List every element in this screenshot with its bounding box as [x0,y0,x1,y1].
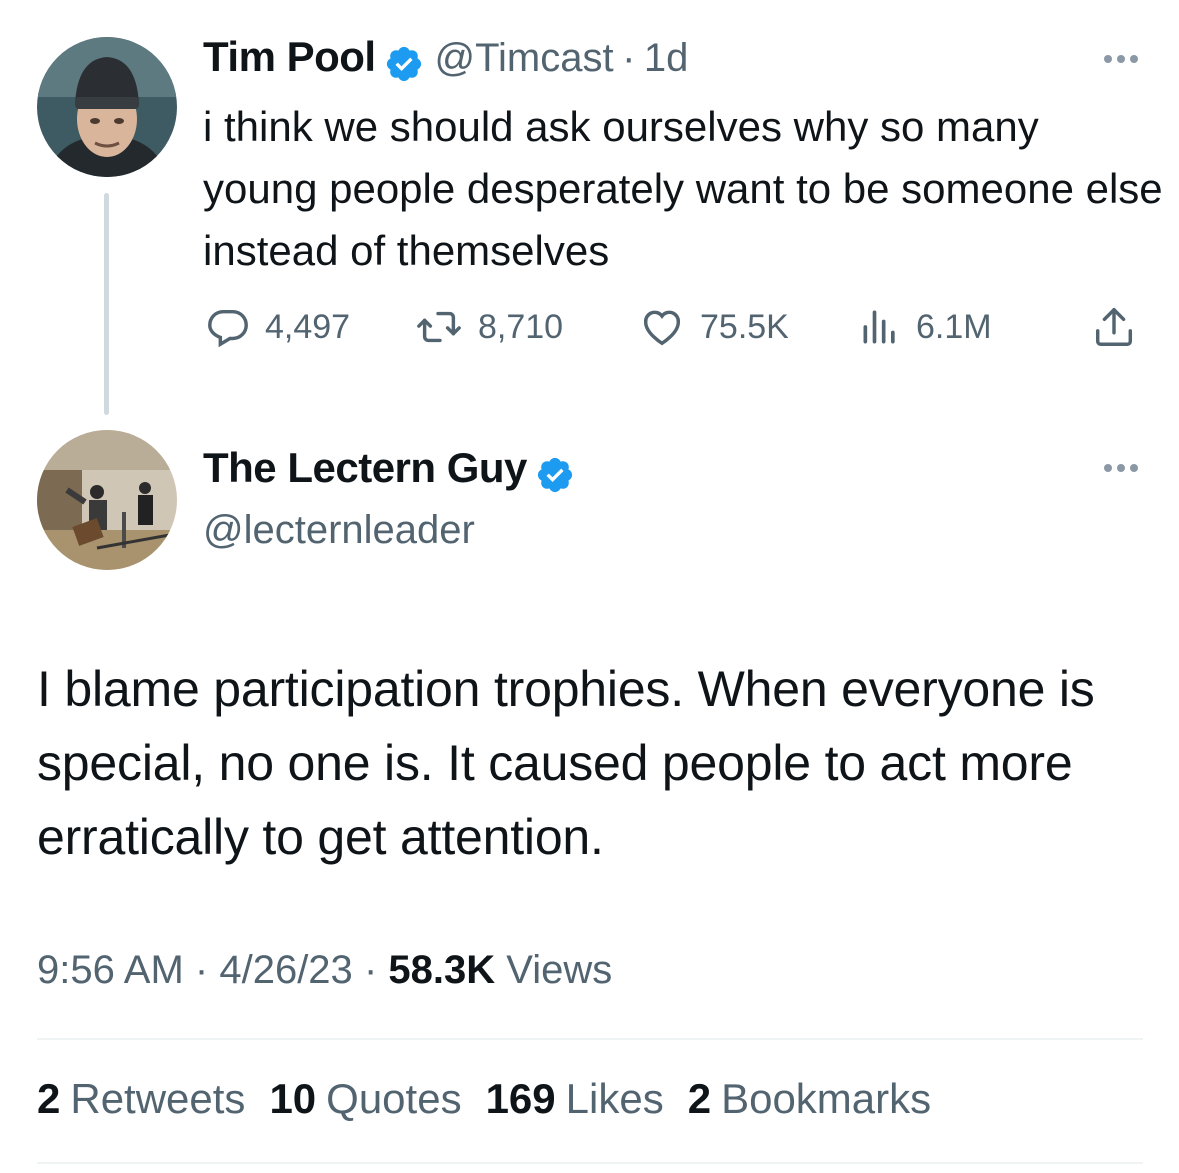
tweet1-header: Tim Pool @Timcast · 1d [203,33,688,89]
tweet2-header: The Lectern Guy [203,444,575,500]
likes-label: Likes [565,1075,664,1122]
likes-count: 169 [485,1075,556,1122]
views-label: Views [506,948,613,992]
verified-badge-icon [384,44,424,89]
thread-connector-line [104,193,109,415]
tweet-text: I blame participation trophies. When eve… [37,661,1095,865]
views-button[interactable]: 6.1M [858,304,992,350]
tweet-date[interactable]: 4/26/23 [219,948,352,992]
retweets-stat[interactable]: 2 Retweets [37,1075,245,1123]
more-icon[interactable] [1104,464,1138,472]
tweet-meta: 9:56 AM · 4/26/23 · 58.3K Views [37,948,612,993]
retweets-count: 2 [37,1075,61,1122]
author-handle[interactable]: @lecternleader [203,508,475,553]
divider [37,1038,1143,1040]
reply-count: 4,497 [265,307,351,346]
avatar-lecternleader[interactable] [37,430,177,570]
bookmarks-count: 2 [687,1075,712,1122]
tweet-age[interactable]: 1d [644,36,689,80]
views-count: 58.3K [388,948,496,992]
retweet-button[interactable]: 8,710 [414,304,563,350]
author-name[interactable]: Tim Pool [203,33,376,80]
retweet-count: 8,710 [478,307,564,346]
author-handle[interactable]: @Timcast [434,36,613,80]
quotes-count: 10 [269,1075,317,1122]
view-count: 6.1M [916,307,992,346]
reply-button[interactable]: 4,497 [205,304,350,350]
retweets-label: Retweets [70,1075,246,1122]
like-icon [643,310,681,346]
quotes-stat[interactable]: 10 Quotes [269,1075,461,1123]
tweet-text: i think we should ask ourselves why so m… [203,103,1163,274]
separator: · [363,948,378,992]
likes-stat[interactable]: 169 Likes [486,1075,664,1123]
like-button[interactable]: 75.5K [638,304,789,350]
bookmarks-stat[interactable]: 2 Bookmarks [688,1075,931,1123]
tweet-time[interactable]: 9:56 AM [37,948,184,992]
like-count: 75.5K [700,307,789,346]
share-button[interactable] [1090,304,1138,350]
bookmarks-label: Bookmarks [721,1075,932,1122]
verified-badge-icon [535,455,575,500]
share-icon [1095,308,1133,346]
separator: · [194,948,209,992]
more-icon[interactable] [1104,55,1138,63]
quotes-label: Quotes [326,1075,462,1122]
avatar-timpool[interactable] [37,37,177,177]
retweet-icon [417,311,461,343]
divider [37,1162,1143,1164]
engagement-stats: 2 Retweets 10 Quotes 169 Likes 2 Bookmarks [37,1075,931,1123]
reply-icon [208,309,248,348]
separator: · [622,36,636,80]
views-icon [863,310,895,344]
author-name[interactable]: The Lectern Guy [203,444,527,491]
